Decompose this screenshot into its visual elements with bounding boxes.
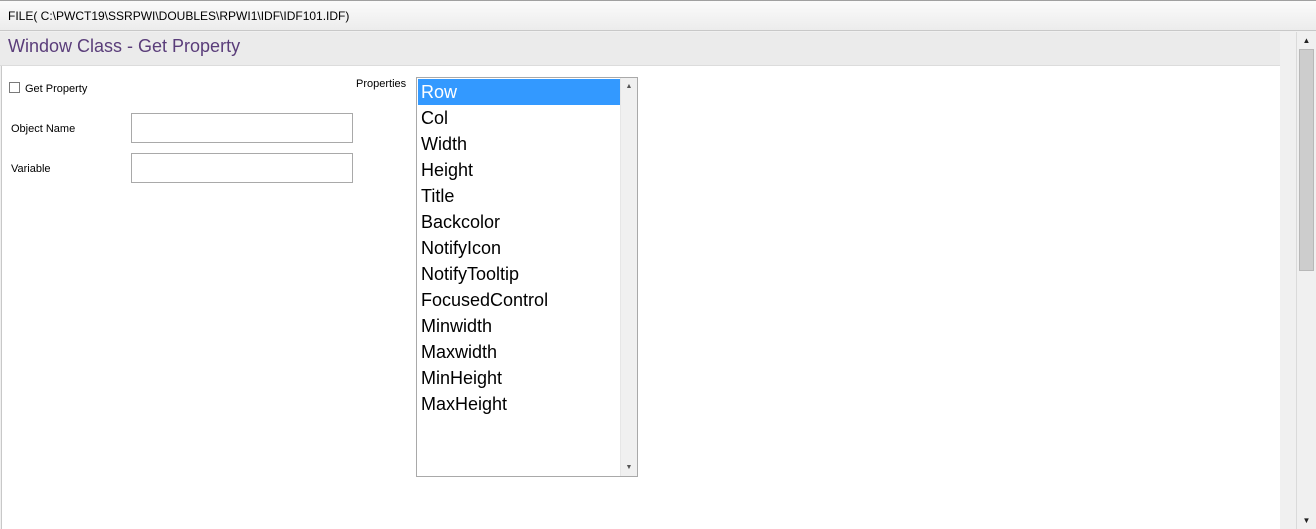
page-header: Window Class - Get Property [0,32,1280,66]
property-list-item[interactable]: Row [418,79,620,105]
panel-gutter [1280,66,1296,529]
properties-list[interactable]: Row Col Width Height Title Backcolor NotifyIco… [418,79,620,417]
property-list-item[interactable]: NotifyTooltip [418,261,620,287]
scroll-up-arrow-icon[interactable]: ▲ [621,78,637,95]
properties-listbox[interactable]: Row Col Width Height Title Backcolor NotifyIco… [416,77,638,477]
variable-label: Variable [11,163,51,175]
properties-scrollbar[interactable]: ▲ ▼ [620,78,637,476]
page-scrollbar-thumb[interactable] [1299,49,1314,271]
property-list-item[interactable]: Minwidth [418,313,620,339]
variable-input[interactable] [131,153,353,183]
scroll-up-arrow-icon[interactable]: ▲ [1297,32,1316,49]
property-list-item[interactable]: Backcolor [418,209,620,235]
property-list-item[interactable]: Height [418,157,620,183]
page-title: Window Class - Get Property [8,36,241,56]
property-list-item[interactable]: Maxwidth [418,339,620,365]
property-list-item[interactable]: Title [418,183,620,209]
object-name-input[interactable] [131,113,353,143]
scroll-down-arrow-icon[interactable]: ▼ [621,459,637,476]
property-list-item[interactable]: FocusedControl [418,287,620,313]
property-list-item[interactable]: NotifyIcon [418,235,620,261]
property-list-item[interactable]: MinHeight [418,365,620,391]
get-property-label: Get Property [25,83,88,95]
properties-label: Properties [356,78,407,90]
file-path: FILE( C:\PWCT19\SSRPWI\DOUBLES\RPWI1\IDF… [8,9,350,23]
property-list-item[interactable]: Col [418,105,620,131]
property-list-item[interactable]: MaxHeight [418,391,620,417]
property-list-item[interactable]: Width [418,131,620,157]
scroll-down-arrow-icon[interactable]: ▼ [1297,512,1316,529]
page-scrollbar[interactable]: ▲ ▼ [1296,32,1316,529]
get-property-checkbox[interactable] [9,82,20,93]
file-title-bar: FILE( C:\PWCT19\SSRPWI\DOUBLES\RPWI1\IDF… [0,0,1316,31]
object-name-label: Object Name [11,123,76,135]
